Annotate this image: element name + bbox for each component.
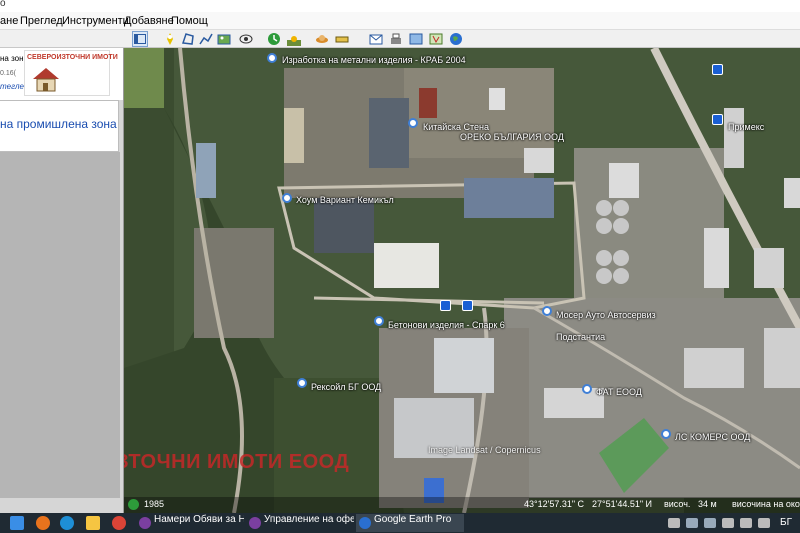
place-pin-icon[interactable] [408,118,418,128]
place-pin-icon[interactable] [267,53,277,63]
place-pin-icon[interactable] [374,316,384,326]
search-panel: на зон 0.16( теглед... история СЕВЕРОИЗТ… [0,48,123,100]
taskbar-item-label: Намери Обяви за Не... [154,514,244,525]
menu-view[interactable]: Преглед [20,15,63,27]
sunlight-icon[interactable] [286,31,302,47]
google-earth-icon [359,517,371,529]
taskbar-item[interactable]: Google Earth Pro [356,514,464,532]
place-pin-icon[interactable] [297,378,307,388]
place-pin-icon[interactable] [661,429,671,439]
brand-logo: СЕВЕРОИЗТОЧНИ ИМОТИ [24,50,118,96]
sidebar-toggle-icon[interactable] [132,31,148,47]
edge-icon[interactable] [60,516,74,530]
search-input[interactable]: на зон [0,54,26,68]
longitude-readout: 27°51'44.51" И [592,499,653,509]
menu-file[interactable]: ане [0,15,18,27]
taskbar-item[interactable]: Намери Обяви за Не... [136,514,244,532]
search-result-fragment: 0.16( [0,70,16,77]
windows-start-icon[interactable] [10,516,24,530]
place-pin-icon[interactable] [542,306,552,316]
view-in-maps-icon[interactable] [428,31,444,47]
bus-stop-icon[interactable] [440,300,451,311]
place-pin-icon[interactable] [582,384,592,394]
bus-stop-icon[interactable] [712,64,723,75]
imagery-year: 1985 [144,499,165,509]
place-pin-icon[interactable] [282,193,292,203]
chrome-icon[interactable] [112,516,126,530]
satellite-imagery [124,48,800,513]
google-earth-window: o ане Преглед Инструменти Добавяне Помощ… [0,0,800,533]
tray-app-icon[interactable] [722,518,734,528]
brand-logo-name: СЕВЕРОИЗТОЧНИ ИМОТИ [27,54,118,61]
image-overlay-icon[interactable] [216,31,232,47]
map-status-bar: 1985 43°12'57.31" С 27°51'44.51" И височ… [124,497,800,513]
menu-bar: ане Преглед Инструменти Добавяне Помощ [0,12,800,30]
historical-imagery-icon[interactable] [128,499,139,510]
language-indicator[interactable]: БГ [780,517,792,528]
watermark-text: СЕВЕРОИЗТОЧНИ ИМОТИ ЕООД [124,451,350,473]
file-explorer-icon[interactable] [86,516,100,530]
placemark-icon[interactable] [162,31,178,47]
elevation-label: височ. [664,499,691,509]
wifi-icon[interactable] [740,518,752,528]
search-results-list: на промишлена зона [0,100,119,152]
eye-altitude-label: височина на окото [732,499,800,509]
polygon-icon[interactable] [180,31,196,47]
path-icon[interactable] [198,31,214,47]
tray-app-icon[interactable] [704,518,716,528]
bus-stop-icon[interactable] [712,114,723,125]
browser-tab-icon [139,517,151,529]
windows-taskbar: Намери Обяви за Не... Управление на офер… [0,513,800,533]
latitude-readout: 43°12'57.31" С [524,499,585,509]
window-title-fragment: o [0,0,6,9]
browser-tab-icon [249,517,261,529]
list-item[interactable]: на промишлена зона [0,117,117,131]
taskbar-item-label: Google Earth Pro [374,514,452,525]
sidebar: на зон 0.16( теглед... история СЕВЕРОИЗТ… [0,48,124,513]
title-bar: o [0,0,800,12]
record-tour-icon[interactable] [238,31,254,47]
network-icon[interactable] [686,518,698,528]
print-icon[interactable] [388,31,404,47]
house-logo-icon [33,68,59,92]
planets-icon[interactable] [314,31,330,47]
taskbar-item[interactable]: Управление на офер... [246,514,354,532]
map-view[interactable]: Изработка на метални изделия - КРАБ 2004… [124,48,800,513]
tray-app-icon[interactable] [668,518,680,528]
volume-icon[interactable] [758,518,770,528]
firefox-icon[interactable] [36,516,50,530]
elevation-value: 34 м [698,499,717,509]
earth-icon[interactable] [448,31,464,47]
ruler-icon[interactable] [334,31,350,47]
historical-imagery-icon[interactable] [266,31,282,47]
bus-stop-icon[interactable] [462,300,473,311]
toolbar [0,30,800,48]
menu-add[interactable]: Добавяне [124,15,174,27]
places-panel [0,152,120,498]
imagery-attribution: Image Landsat / Copernicus [428,445,541,455]
save-image-icon[interactable] [408,31,424,47]
taskbar-item-label: Управление на офер... [264,514,354,525]
email-icon[interactable] [368,31,384,47]
menu-help[interactable]: Помощ [171,15,208,27]
menu-tools[interactable]: Инструменти [62,15,129,27]
